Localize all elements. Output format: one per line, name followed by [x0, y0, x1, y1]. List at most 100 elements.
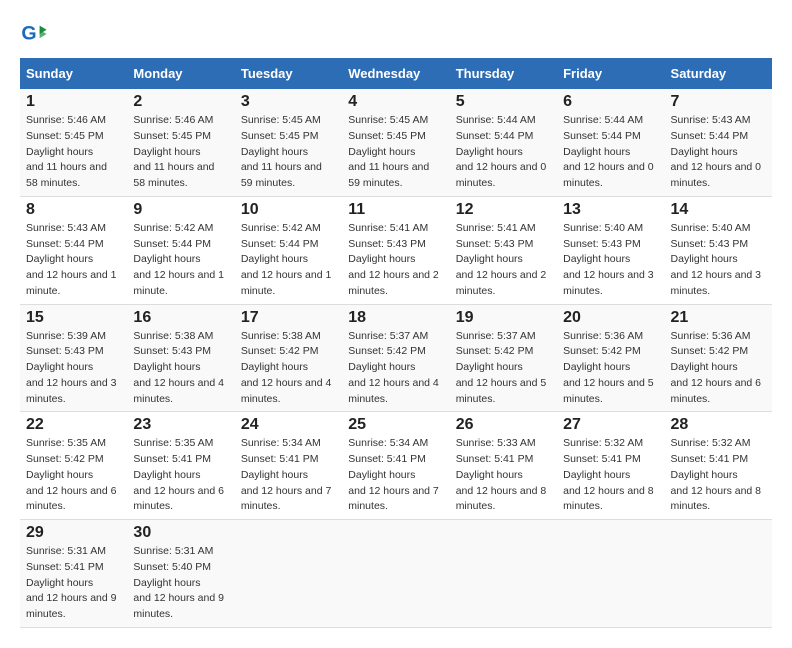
calendar-cell: 7 Sunrise: 5:43 AM Sunset: 5:44 PM Dayli… — [665, 89, 772, 196]
day-info: Sunrise: 5:37 AM Sunset: 5:42 PM Dayligh… — [456, 330, 547, 405]
day-number: 24 — [241, 416, 336, 434]
calendar-cell: 27 Sunrise: 5:32 AM Sunset: 5:41 PM Dayl… — [557, 412, 664, 520]
day-number: 25 — [348, 416, 443, 434]
day-info: Sunrise: 5:35 AM Sunset: 5:41 PM Dayligh… — [133, 437, 224, 512]
calendar-cell — [235, 520, 342, 628]
day-number: 22 — [26, 416, 121, 434]
calendar-cell: 12 Sunrise: 5:41 AM Sunset: 5:43 PM Dayl… — [450, 196, 557, 304]
day-info: Sunrise: 5:34 AM Sunset: 5:41 PM Dayligh… — [348, 437, 439, 512]
calendar-week-row: 29 Sunrise: 5:31 AM Sunset: 5:41 PM Dayl… — [20, 520, 772, 628]
day-info: Sunrise: 5:41 AM Sunset: 5:43 PM Dayligh… — [348, 222, 439, 297]
calendar-cell: 16 Sunrise: 5:38 AM Sunset: 5:43 PM Dayl… — [127, 304, 234, 412]
day-number: 13 — [563, 201, 658, 219]
calendar-cell: 4 Sunrise: 5:45 AM Sunset: 5:45 PM Dayli… — [342, 89, 449, 196]
calendar-cell: 20 Sunrise: 5:36 AM Sunset: 5:42 PM Dayl… — [557, 304, 664, 412]
day-number: 23 — [133, 416, 228, 434]
day-number: 30 — [133, 524, 228, 542]
weekday-header-row: SundayMondayTuesdayWednesdayThursdayFrid… — [20, 58, 772, 89]
day-info: Sunrise: 5:38 AM Sunset: 5:43 PM Dayligh… — [133, 330, 224, 405]
day-number: 8 — [26, 201, 121, 219]
day-info: Sunrise: 5:32 AM Sunset: 5:41 PM Dayligh… — [563, 437, 654, 512]
page-header: G — [20, 20, 772, 48]
day-number: 5 — [456, 93, 551, 111]
day-info: Sunrise: 5:36 AM Sunset: 5:42 PM Dayligh… — [563, 330, 654, 405]
day-info: Sunrise: 5:41 AM Sunset: 5:43 PM Dayligh… — [456, 222, 547, 297]
day-number: 27 — [563, 416, 658, 434]
calendar-cell: 9 Sunrise: 5:42 AM Sunset: 5:44 PM Dayli… — [127, 196, 234, 304]
day-info: Sunrise: 5:34 AM Sunset: 5:41 PM Dayligh… — [241, 437, 332, 512]
day-number: 12 — [456, 201, 551, 219]
day-info: Sunrise: 5:33 AM Sunset: 5:41 PM Dayligh… — [456, 437, 547, 512]
day-number: 6 — [563, 93, 658, 111]
weekday-header: Friday — [557, 58, 664, 89]
calendar-cell: 2 Sunrise: 5:46 AM Sunset: 5:45 PM Dayli… — [127, 89, 234, 196]
calendar-cell: 26 Sunrise: 5:33 AM Sunset: 5:41 PM Dayl… — [450, 412, 557, 520]
calendar-cell: 14 Sunrise: 5:40 AM Sunset: 5:43 PM Dayl… — [665, 196, 772, 304]
day-number: 20 — [563, 309, 658, 327]
day-info: Sunrise: 5:46 AM Sunset: 5:45 PM Dayligh… — [133, 114, 214, 189]
calendar-cell: 3 Sunrise: 5:45 AM Sunset: 5:45 PM Dayli… — [235, 89, 342, 196]
day-info: Sunrise: 5:45 AM Sunset: 5:45 PM Dayligh… — [348, 114, 429, 189]
day-number: 2 — [133, 93, 228, 111]
calendar-cell: 21 Sunrise: 5:36 AM Sunset: 5:42 PM Dayl… — [665, 304, 772, 412]
day-info: Sunrise: 5:45 AM Sunset: 5:45 PM Dayligh… — [241, 114, 322, 189]
day-number: 19 — [456, 309, 551, 327]
calendar-cell — [557, 520, 664, 628]
logo: G — [20, 20, 52, 48]
day-number: 11 — [348, 201, 443, 219]
logo-icon: G — [20, 20, 48, 48]
calendar-cell: 15 Sunrise: 5:39 AM Sunset: 5:43 PM Dayl… — [20, 304, 127, 412]
calendar-cell: 30 Sunrise: 5:31 AM Sunset: 5:40 PM Dayl… — [127, 520, 234, 628]
calendar-cell: 1 Sunrise: 5:46 AM Sunset: 5:45 PM Dayli… — [20, 89, 127, 196]
day-number: 21 — [671, 309, 766, 327]
day-number: 15 — [26, 309, 121, 327]
calendar-week-row: 8 Sunrise: 5:43 AM Sunset: 5:44 PM Dayli… — [20, 196, 772, 304]
svg-text:G: G — [21, 23, 36, 45]
weekday-header: Thursday — [450, 58, 557, 89]
calendar-cell: 5 Sunrise: 5:44 AM Sunset: 5:44 PM Dayli… — [450, 89, 557, 196]
day-info: Sunrise: 5:37 AM Sunset: 5:42 PM Dayligh… — [348, 330, 439, 405]
weekday-header: Tuesday — [235, 58, 342, 89]
day-number: 14 — [671, 201, 766, 219]
calendar-cell: 29 Sunrise: 5:31 AM Sunset: 5:41 PM Dayl… — [20, 520, 127, 628]
calendar-cell: 11 Sunrise: 5:41 AM Sunset: 5:43 PM Dayl… — [342, 196, 449, 304]
calendar-week-row: 15 Sunrise: 5:39 AM Sunset: 5:43 PM Dayl… — [20, 304, 772, 412]
day-number: 28 — [671, 416, 766, 434]
calendar-cell: 6 Sunrise: 5:44 AM Sunset: 5:44 PM Dayli… — [557, 89, 664, 196]
day-info: Sunrise: 5:32 AM Sunset: 5:41 PM Dayligh… — [671, 437, 762, 512]
day-number: 17 — [241, 309, 336, 327]
calendar-cell — [665, 520, 772, 628]
weekday-header: Wednesday — [342, 58, 449, 89]
day-number: 4 — [348, 93, 443, 111]
calendar-week-row: 1 Sunrise: 5:46 AM Sunset: 5:45 PM Dayli… — [20, 89, 772, 196]
calendar-cell: 19 Sunrise: 5:37 AM Sunset: 5:42 PM Dayl… — [450, 304, 557, 412]
day-info: Sunrise: 5:31 AM Sunset: 5:40 PM Dayligh… — [133, 545, 224, 620]
day-number: 1 — [26, 93, 121, 111]
day-number: 10 — [241, 201, 336, 219]
day-info: Sunrise: 5:44 AM Sunset: 5:44 PM Dayligh… — [456, 114, 547, 189]
day-info: Sunrise: 5:44 AM Sunset: 5:44 PM Dayligh… — [563, 114, 654, 189]
day-info: Sunrise: 5:39 AM Sunset: 5:43 PM Dayligh… — [26, 330, 117, 405]
weekday-header: Saturday — [665, 58, 772, 89]
day-number: 18 — [348, 309, 443, 327]
day-number: 3 — [241, 93, 336, 111]
day-number: 26 — [456, 416, 551, 434]
calendar-cell — [342, 520, 449, 628]
day-number: 29 — [26, 524, 121, 542]
day-number: 16 — [133, 309, 228, 327]
day-info: Sunrise: 5:46 AM Sunset: 5:45 PM Dayligh… — [26, 114, 107, 189]
day-info: Sunrise: 5:36 AM Sunset: 5:42 PM Dayligh… — [671, 330, 762, 405]
calendar-cell: 23 Sunrise: 5:35 AM Sunset: 5:41 PM Dayl… — [127, 412, 234, 520]
day-info: Sunrise: 5:38 AM Sunset: 5:42 PM Dayligh… — [241, 330, 332, 405]
day-info: Sunrise: 5:42 AM Sunset: 5:44 PM Dayligh… — [241, 222, 332, 297]
day-info: Sunrise: 5:31 AM Sunset: 5:41 PM Dayligh… — [26, 545, 117, 620]
weekday-header: Sunday — [20, 58, 127, 89]
day-info: Sunrise: 5:42 AM Sunset: 5:44 PM Dayligh… — [133, 222, 224, 297]
calendar-week-row: 22 Sunrise: 5:35 AM Sunset: 5:42 PM Dayl… — [20, 412, 772, 520]
day-info: Sunrise: 5:40 AM Sunset: 5:43 PM Dayligh… — [563, 222, 654, 297]
day-info: Sunrise: 5:40 AM Sunset: 5:43 PM Dayligh… — [671, 222, 762, 297]
day-number: 9 — [133, 201, 228, 219]
calendar-cell — [450, 520, 557, 628]
day-info: Sunrise: 5:43 AM Sunset: 5:44 PM Dayligh… — [671, 114, 762, 189]
calendar-cell: 24 Sunrise: 5:34 AM Sunset: 5:41 PM Dayl… — [235, 412, 342, 520]
